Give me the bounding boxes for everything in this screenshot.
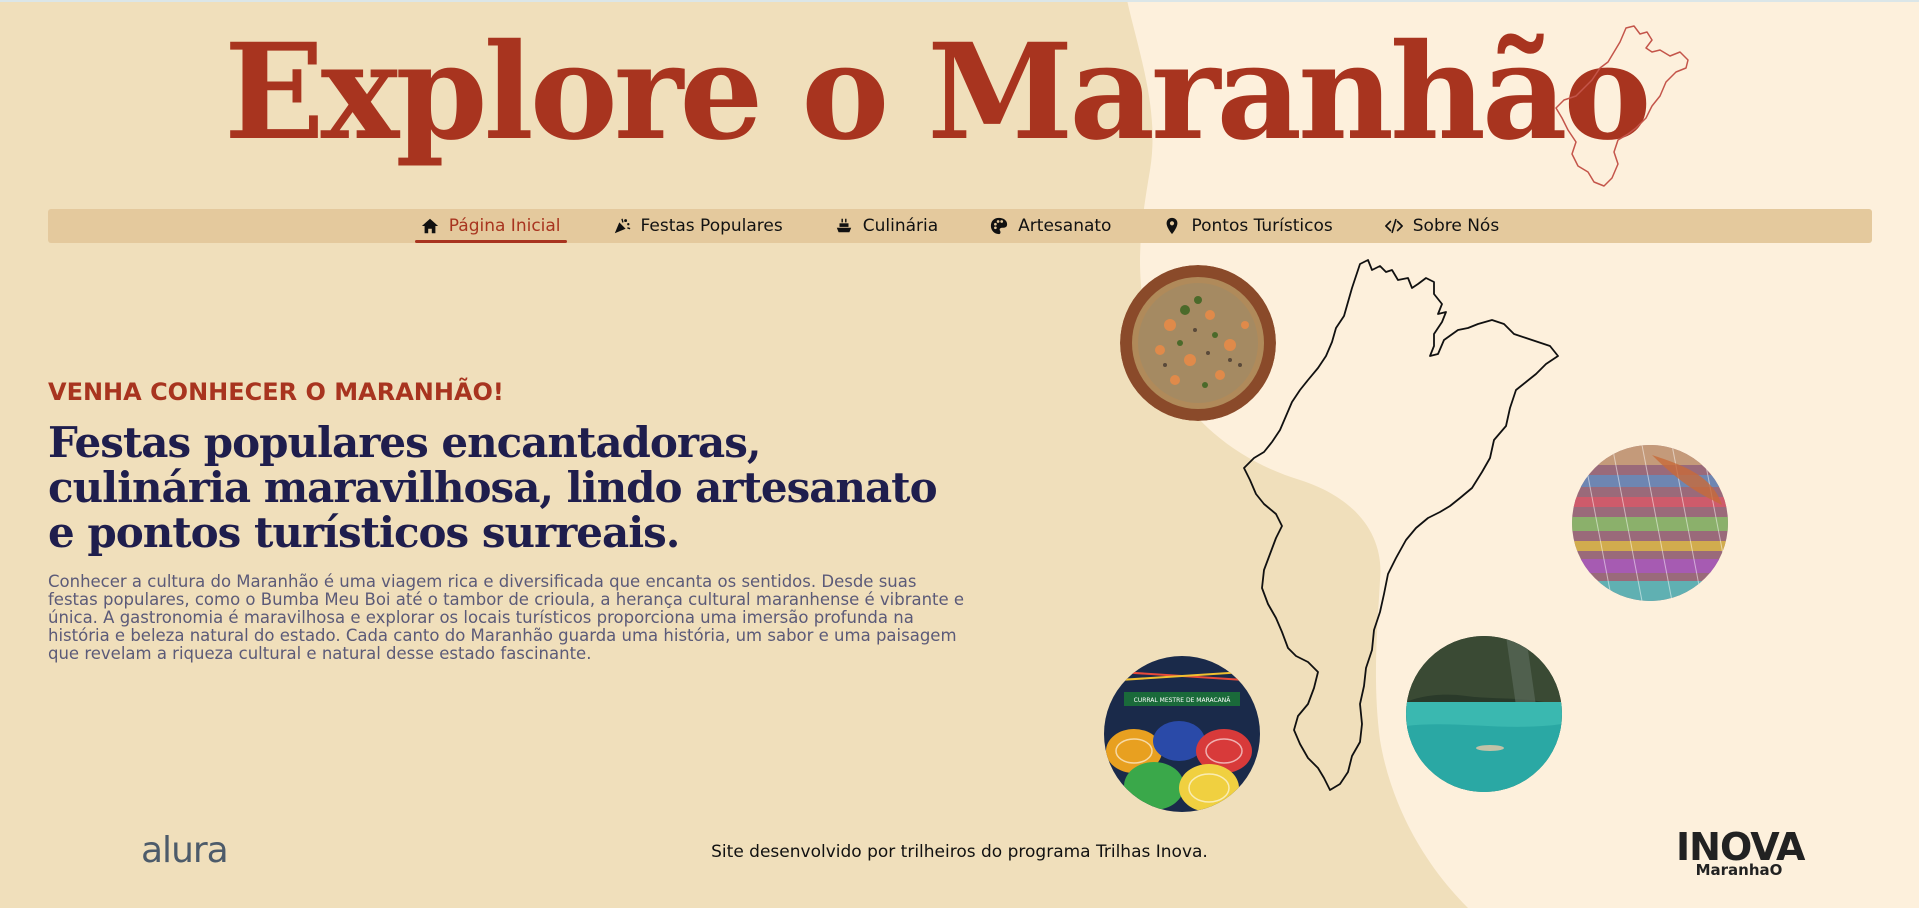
nav-item-culinaria[interactable]: Culinária — [829, 209, 944, 243]
nav-item-sobre-nos[interactable]: Sobre Nós — [1379, 209, 1505, 243]
hero-description: Conhecer a cultura do Maranhão é uma via… — [48, 572, 965, 663]
culinaria-photo — [1120, 265, 1276, 421]
party-popper-icon — [614, 218, 630, 234]
inova-maranhao-logo[interactable]: INOVA MaranhaO — [1676, 825, 1805, 878]
nav-item-label: Sobre Nós — [1412, 216, 1500, 236]
food-icon — [836, 218, 851, 233]
hero-heading: Festas populares encantadoras, culinária… — [48, 418, 938, 557]
main-nav: Página Inicial Festas Populares Culinári… — [48, 209, 1872, 243]
nav-item-artesanato[interactable]: Artesanato — [984, 209, 1117, 243]
hero-section: VENHA CONHECER O MARANHÃO! Festas popula… — [48, 378, 968, 663]
maranhao-outline-icon — [1555, 25, 1689, 187]
inova-logo-main: INOVA — [1676, 825, 1805, 869]
nav-item-festas-populares[interactable]: Festas Populares — [607, 209, 789, 243]
nav-item-label: Culinária — [862, 216, 939, 236]
palette-icon — [991, 217, 1008, 235]
code-icon — [1384, 218, 1403, 234]
location-pin-icon — [1167, 217, 1178, 235]
nav-item-pontos-turisticos[interactable]: Pontos Turísticos — [1157, 209, 1338, 243]
home-icon — [421, 218, 438, 234]
nav-item-label: Página Inicial — [448, 216, 561, 236]
photo-banner-text: CURRAL MESTRE DE MARACANÃ — [1134, 697, 1232, 704]
pontos-turisticos-photo — [1406, 636, 1562, 792]
artesanato-photo — [1572, 445, 1728, 601]
footer-credit-text: Site desenvolvido por trilheiros do prog… — [711, 842, 1208, 862]
hero-eyebrow: VENHA CONHECER O MARANHÃO! — [48, 378, 504, 406]
nav-item-pagina-inicial[interactable]: Página Inicial — [414, 209, 567, 243]
nav-item-label: Festas Populares — [640, 216, 783, 236]
nav-item-label: Pontos Turísticos — [1191, 216, 1333, 236]
nav-item-label: Artesanato — [1018, 216, 1112, 236]
site-title: Explore o Maranhão — [224, 15, 1652, 170]
festas-photo: CURRAL MESTRE DE MARACANÃ — [1104, 656, 1260, 812]
